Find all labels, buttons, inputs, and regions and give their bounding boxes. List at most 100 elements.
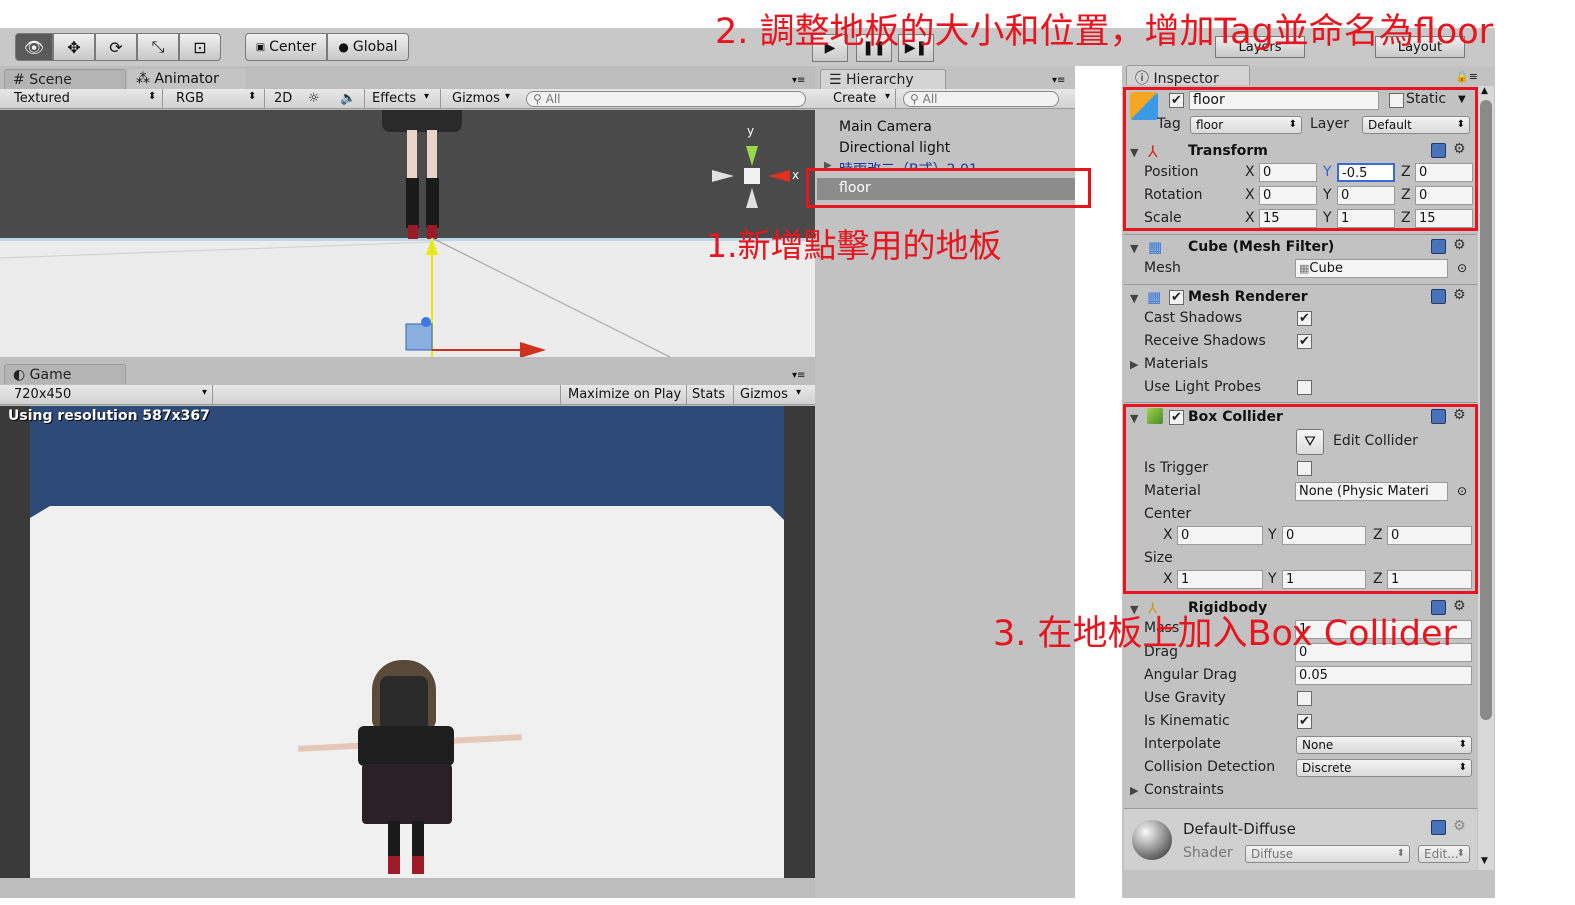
- scroll-up-icon[interactable]: ▲: [1481, 86, 1488, 96]
- hierarchy-search[interactable]: ⚲ All: [903, 91, 1059, 107]
- effects-dropdown[interactable]: Effects: [372, 91, 416, 106]
- create-dropdown[interactable]: Create: [833, 91, 876, 106]
- tab-scene[interactable]: # Scene: [4, 69, 126, 89]
- game-view[interactable]: Using resolution 587x367: [0, 406, 815, 878]
- highlight-box-collider-box: [1123, 404, 1478, 594]
- tab-animator-label: Animator: [154, 71, 219, 87]
- material-sphere-icon: [1132, 820, 1172, 860]
- receive-shadows-checkbox[interactable]: ✔: [1297, 334, 1312, 349]
- game-menu-icon[interactable]: ▾≡: [792, 370, 805, 381]
- view-tool-button[interactable]: 👁: [15, 33, 53, 61]
- inspector-scrollbar[interactable]: ▲ ▼: [1478, 86, 1494, 870]
- constraints-foldout[interactable]: Constraints: [1144, 782, 1224, 798]
- animator-icon: ⁂: [136, 71, 150, 87]
- game-gizmos-dropdown[interactable]: Gizmos: [740, 387, 788, 402]
- collapse-arrow-icon[interactable]: ▼: [1130, 242, 1138, 255]
- global-toggle[interactable]: ● Global: [327, 33, 409, 61]
- mesh-field[interactable]: ▦Cube: [1295, 259, 1448, 278]
- use-gravity-checkbox[interactable]: [1297, 691, 1312, 706]
- eye-icon: 👁: [23, 37, 45, 57]
- tab-game-label: Game: [29, 367, 72, 383]
- axis-gizmo-icon: [712, 146, 790, 208]
- is-kinematic-checkbox[interactable]: ✔: [1297, 714, 1312, 729]
- gear-icon[interactable]: ⚙: [1453, 237, 1466, 253]
- center-label: Center: [269, 39, 317, 55]
- hierarchy-item[interactable]: Directional light: [839, 140, 950, 156]
- cast-shadows-label: Cast Shadows: [1144, 310, 1243, 326]
- tab-inspector-label: Inspector: [1153, 71, 1219, 87]
- object-picker-icon[interactable]: ⊙: [1457, 261, 1467, 275]
- textured-dropdown[interactable]: Textured: [14, 91, 70, 106]
- annotation-step-2: 2. 調整地板的大小和位置，增加Tag並命名為floor: [715, 12, 1494, 52]
- scene-icon: #: [13, 72, 25, 88]
- scale-icon: ⤡: [151, 37, 165, 56]
- tab-hierarchy[interactable]: ☰ Hierarchy: [820, 69, 946, 89]
- search-icon: ⚲: [910, 92, 919, 106]
- dropdown-arrow-icon: ▾: [885, 91, 891, 102]
- dropdown-arrow-icon: ⬍: [148, 91, 157, 102]
- angular-drag-field[interactable]: 0.05: [1295, 666, 1472, 685]
- expand-arrow-icon[interactable]: ▶: [1130, 358, 1138, 371]
- material-edit-button[interactable]: Edit...: [1418, 845, 1470, 863]
- game-toolbar: 720x450 ▾ Maximize on Play Stats Gizmos …: [0, 385, 815, 405]
- light-icon[interactable]: ☼: [308, 91, 320, 106]
- orientation-gizmo[interactable]: y x: [710, 124, 805, 224]
- cast-shadows-checkbox[interactable]: ✔: [1297, 311, 1312, 326]
- game-sky: [30, 406, 784, 520]
- collision-detection-label: Collision Detection: [1144, 759, 1276, 775]
- rgb-dropdown[interactable]: RGB: [176, 91, 204, 106]
- scene-menu-icon[interactable]: ▾≡: [792, 75, 805, 86]
- rect-tool-button[interactable]: ⊡: [179, 33, 221, 61]
- mesh-label: Mesh: [1144, 260, 1181, 276]
- using-resolution-label: Using resolution 587x367: [8, 408, 210, 424]
- is-kinematic-label: Is Kinematic: [1144, 713, 1230, 729]
- rotate-icon: ⟳: [109, 37, 123, 57]
- 2d-toggle[interactable]: 2D: [274, 91, 292, 106]
- materials-foldout[interactable]: Materials: [1144, 356, 1208, 372]
- rotate-tool-button[interactable]: ⟳: [95, 33, 137, 61]
- dropdown-arrow-icon: ▾: [796, 387, 802, 398]
- hierarchy-menu-icon[interactable]: ▾≡: [1052, 75, 1065, 86]
- collapse-arrow-icon[interactable]: ▼: [1130, 292, 1138, 305]
- tab-game[interactable]: ◐ Game: [4, 364, 126, 384]
- gear-icon[interactable]: ⚙: [1453, 598, 1466, 614]
- receive-shadows-label: Receive Shadows: [1144, 333, 1266, 349]
- scene-view[interactable]: y x: [0, 110, 815, 357]
- hierarchy-toolbar: Create ▾ ⚲ All: [815, 89, 1075, 109]
- light-probes-checkbox[interactable]: [1297, 380, 1312, 395]
- help-book-icon[interactable]: [1431, 820, 1446, 835]
- mesh-filter-icon: ▦: [1148, 238, 1163, 256]
- audio-icon[interactable]: 🔈: [340, 91, 356, 106]
- help-book-icon[interactable]: [1431, 289, 1446, 304]
- move-tool-button[interactable]: ✥: [53, 33, 95, 61]
- gear-icon[interactable]: ⚙: [1453, 818, 1466, 834]
- mesh-renderer-enabled-checkbox[interactable]: ✔: [1169, 290, 1184, 305]
- search-icon: ⚲: [533, 92, 542, 106]
- scale-tool-button[interactable]: ⤡: [137, 33, 179, 61]
- hierarchy-item[interactable]: Main Camera: [839, 119, 932, 135]
- resolution-dropdown[interactable]: 720x450: [14, 387, 71, 402]
- help-book-icon[interactable]: [1431, 600, 1446, 615]
- center-toggle[interactable]: ▣ Center: [245, 33, 327, 61]
- scroll-thumb[interactable]: [1480, 100, 1492, 720]
- shader-dropdown[interactable]: Diffuse: [1245, 845, 1410, 863]
- maximize-on-play-toggle[interactable]: Maximize on Play: [568, 387, 681, 402]
- stats-toggle[interactable]: Stats: [692, 387, 725, 402]
- scroll-down-icon[interactable]: ▼: [1481, 856, 1488, 866]
- gear-icon[interactable]: ⚙: [1453, 287, 1466, 303]
- info-icon: ⓘ: [1135, 71, 1149, 87]
- rect-icon: ⊡: [193, 37, 207, 57]
- mesh-renderer-title: Mesh Renderer: [1188, 289, 1308, 305]
- lock-icon[interactable]: 🔒≡: [1455, 70, 1478, 83]
- scene-search[interactable]: ⚲ All: [526, 91, 806, 107]
- collision-detection-dropdown[interactable]: Discrete: [1296, 759, 1472, 777]
- mesh-renderer-icon: ▦: [1147, 288, 1162, 306]
- move-icon: ✥: [67, 37, 81, 57]
- gizmos-dropdown[interactable]: Gizmos: [452, 91, 500, 106]
- help-book-icon[interactable]: [1431, 239, 1446, 254]
- tab-animator[interactable]: ⁂ Animator: [128, 69, 246, 89]
- tab-inspector[interactable]: ⓘ Inspector: [1126, 65, 1250, 87]
- scene-search-placeholder: All: [545, 92, 561, 106]
- expand-arrow-icon[interactable]: ▶: [1130, 784, 1138, 797]
- interpolate-dropdown[interactable]: None: [1296, 736, 1472, 754]
